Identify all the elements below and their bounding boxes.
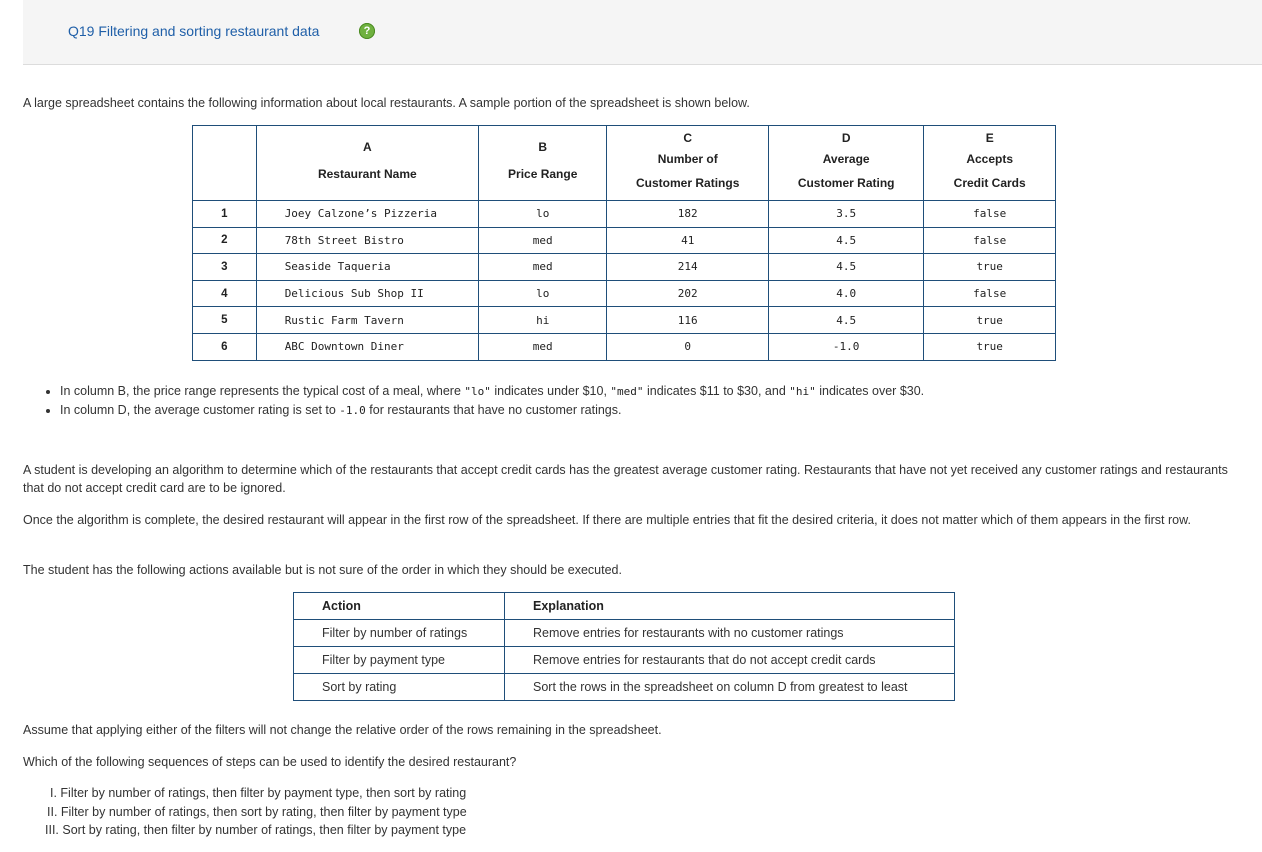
action-cell: Sort by rating	[293, 673, 505, 701]
action-row: Filter by number of ratings Remove entri…	[293, 619, 955, 647]
table-row: 2 78th Street Bistro med 41 4.5 false	[192, 226, 1056, 255]
column-header-a: A Restaurant Name	[255, 125, 479, 201]
column-label: Number of	[657, 152, 718, 166]
note-price-range: In column B, the price range represents …	[60, 382, 924, 401]
option-item: II. Filter by number of ratings, then so…	[47, 804, 467, 819]
table-row: 6 ABC Downtown Diner med 0 -1.0 true	[192, 332, 1056, 361]
average-rating-cell: 4.0	[767, 279, 925, 308]
corner-cell	[192, 125, 257, 201]
column-letter: E	[985, 131, 994, 145]
table-row: 3 Seaside Taqueria med 214 4.5 true	[192, 253, 1056, 281]
row-number: 1	[192, 200, 257, 228]
options-list: I. Filter by number of ratings, then fil…	[45, 784, 467, 840]
note-average-rating: In column D, the average customer rating…	[60, 401, 924, 420]
table-row: 5 Rustic Farm Tavern hi 116 4.5 true	[192, 306, 1056, 334]
price-range-cell: med	[477, 253, 608, 281]
action-cell: Filter by number of ratings	[293, 619, 505, 647]
action-row: Sort by rating Sort the rows in the spre…	[293, 673, 955, 701]
credit-cards-cell: false	[923, 279, 1056, 308]
explanation-cell: Remove entries for restaurants with no c…	[504, 619, 955, 647]
row-number: 5	[192, 306, 257, 334]
help-icon[interactable]: ?	[359, 23, 375, 39]
ratings-count-cell: 214	[606, 253, 769, 281]
price-range-cell: med	[477, 332, 608, 361]
option-item: III. Sort by rating, then filter by numb…	[45, 823, 467, 837]
credit-cards-cell: true	[923, 306, 1056, 334]
credit-cards-cell: false	[923, 226, 1056, 255]
column-letter: A	[362, 140, 372, 154]
option-item: I. Filter by number of ratings, then fil…	[50, 786, 467, 800]
intro-text: A large spreadsheet contains the followi…	[23, 96, 750, 110]
column-header-c: C Number of Customer Ratings	[606, 125, 769, 201]
table-row: 4 Delicious Sub Shop II lo 202 4.0 false	[192, 279, 1056, 308]
average-rating-cell: 4.5	[767, 253, 925, 281]
column-letter: C	[683, 131, 693, 145]
ratings-count-cell: 0	[606, 332, 769, 361]
assumption-paragraph: Assume that applying either of the filte…	[23, 723, 662, 737]
row-number: 2	[192, 226, 257, 255]
actions-table: Action Explanation Filter by number of r…	[293, 592, 955, 701]
price-range-cell: hi	[477, 306, 608, 334]
credit-cards-cell: true	[923, 332, 1056, 361]
notes-list: In column B, the price range represents …	[40, 382, 924, 420]
ratings-count-cell: 41	[606, 226, 769, 255]
column-label: Customer Rating	[797, 176, 895, 190]
question-header: Q19 Filtering and sorting restaurant dat…	[23, 0, 1262, 65]
restaurant-name-cell: Joey Calzone’s Pizzeria	[255, 200, 479, 228]
average-rating-cell: 3.5	[767, 200, 925, 228]
price-range-cell: med	[477, 226, 608, 255]
explanation-cell: Sort the rows in the spreadsheet on colu…	[504, 673, 955, 701]
row-number: 3	[192, 253, 257, 281]
ratings-count-cell: 182	[606, 200, 769, 228]
outcome-paragraph: Once the algorithm is complete, the desi…	[23, 513, 1191, 527]
question-title: Q19 Filtering and sorting restaurant dat…	[68, 23, 320, 39]
column-header-e: E Accepts Credit Cards	[923, 125, 1056, 201]
actions-intro: The student has the following actions av…	[23, 563, 622, 577]
spreadsheet-table: A Restaurant Name B Price Range C Number…	[192, 125, 1056, 361]
column-label: Customer Ratings	[636, 176, 740, 190]
restaurant-name-cell: Seaside Taqueria	[255, 253, 479, 281]
table-row: 1 Joey Calzone’s Pizzeria lo 182 3.5 fal…	[192, 200, 1056, 228]
credit-cards-cell: false	[923, 200, 1056, 228]
action-row: Filter by payment type Remove entries fo…	[293, 646, 955, 674]
restaurant-name-cell: Rustic Farm Tavern	[255, 306, 479, 334]
explanation-header: Explanation	[504, 592, 955, 620]
spreadsheet-header-row: A Restaurant Name B Price Range C Number…	[192, 125, 1056, 201]
column-label: Credit Cards	[953, 176, 1026, 190]
price-range-cell: lo	[477, 200, 608, 228]
explanation-cell: Remove entries for restaurants that do n…	[504, 646, 955, 674]
column-letter: D	[841, 131, 851, 145]
price-range-cell: lo	[477, 279, 608, 308]
ratings-count-cell: 202	[606, 279, 769, 308]
average-rating-cell: -1.0	[767, 332, 925, 361]
action-header: Action	[293, 592, 505, 620]
credit-cards-cell: true	[923, 253, 1056, 281]
average-rating-cell: 4.5	[767, 306, 925, 334]
column-label: Restaurant Name	[317, 167, 417, 181]
restaurant-name-cell: Delicious Sub Shop II	[255, 279, 479, 308]
restaurant-name-cell: 78th Street Bistro	[255, 226, 479, 255]
restaurant-name-cell: ABC Downtown Diner	[255, 332, 479, 361]
row-number: 6	[192, 332, 257, 361]
column-label: Accepts	[966, 152, 1014, 166]
ratings-count-cell: 116	[606, 306, 769, 334]
actions-header-row: Action Explanation	[293, 592, 955, 620]
column-header-d: D Average Customer Rating	[767, 125, 925, 201]
action-cell: Filter by payment type	[293, 646, 505, 674]
problem-paragraph: A student is developing an algorithm to …	[23, 463, 1228, 495]
column-label: Average	[822, 152, 870, 166]
row-number: 4	[192, 279, 257, 308]
question-prompt: Which of the following sequences of step…	[23, 755, 517, 769]
average-rating-cell: 4.5	[767, 226, 925, 255]
column-label: Price Range	[508, 167, 578, 181]
column-header-b: B Price Range	[477, 125, 608, 201]
column-letter: B	[538, 140, 548, 154]
